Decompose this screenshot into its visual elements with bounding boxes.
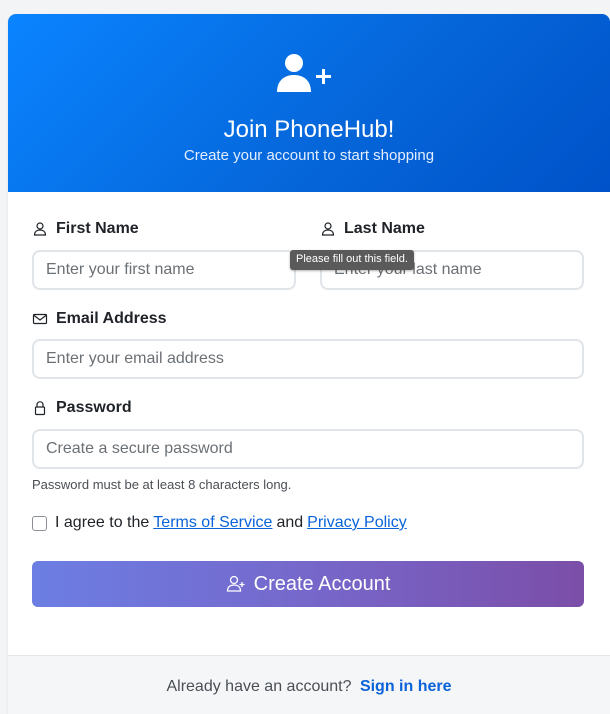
- terms-conjunction: and: [276, 514, 304, 531]
- signin-prompt-line: Already have an account? Sign in here: [8, 678, 610, 696]
- terms-agreement: I agree to the Terms of Service and Priv…: [32, 514, 411, 532]
- password-label-text: Password: [56, 399, 132, 416]
- password-hint: Password must be at least 8 characters l…: [32, 477, 292, 492]
- create-account-button[interactable]: Create Account: [32, 561, 584, 607]
- signup-footer: Already have an account? Sign in here: [8, 655, 610, 714]
- terms-checkbox[interactable]: [32, 515, 47, 531]
- page-title: Join PhoneHub!: [223, 116, 395, 143]
- email-label-text: Email Address: [56, 310, 167, 327]
- user-plus-icon: [276, 52, 340, 96]
- user-icon: [320, 221, 336, 237]
- validation-tooltip: Please fill out this field.: [290, 250, 414, 270]
- email-input[interactable]: [32, 339, 584, 379]
- password-label: Password: [32, 399, 132, 417]
- email-label: Email Address: [32, 310, 167, 328]
- last-name-label-text: Last Name: [344, 220, 425, 237]
- terms-prefix: I agree to the: [55, 514, 150, 531]
- user-icon: [32, 221, 48, 237]
- envelope-icon: [32, 311, 48, 327]
- page-subtitle: Create your account to start shopping: [183, 147, 435, 164]
- password-input[interactable]: [32, 429, 584, 469]
- first-name-label: First Name: [32, 220, 139, 238]
- signin-prompt: Already have an account?: [166, 678, 352, 695]
- last-name-label: Last Name: [320, 220, 425, 238]
- lock-icon: [32, 400, 48, 416]
- first-name-input[interactable]: [32, 250, 296, 290]
- privacy-policy-link[interactable]: Privacy Policy: [307, 514, 407, 532]
- signup-card: Join PhoneHub! Create your account to st…: [8, 14, 610, 714]
- sign-in-link[interactable]: Sign in here: [360, 678, 452, 695]
- create-account-label: Create Account: [253, 572, 391, 595]
- terms-of-service-link[interactable]: Terms of Service: [153, 514, 272, 532]
- first-name-label-text: First Name: [56, 220, 139, 237]
- signup-header: Join PhoneHub! Create your account to st…: [8, 14, 610, 192]
- user-plus-icon: [226, 574, 246, 594]
